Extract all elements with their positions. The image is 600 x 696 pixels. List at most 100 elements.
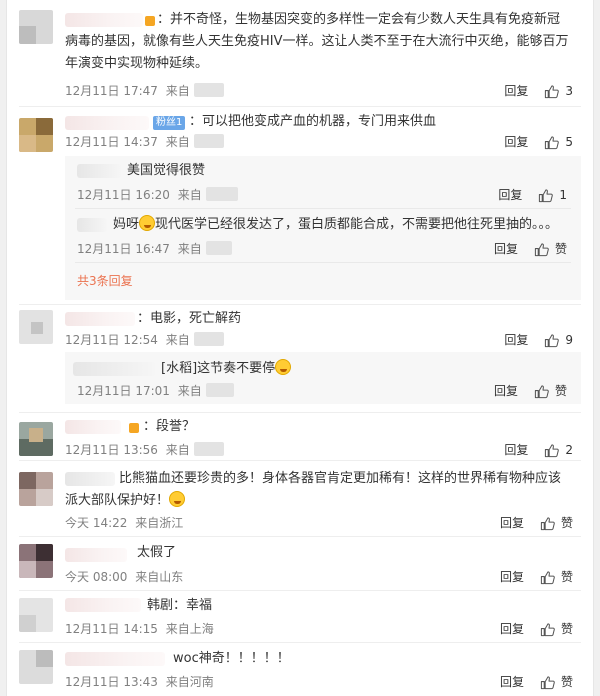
reply-label: 回复 [504,333,529,347]
avatar[interactable] [19,544,53,578]
like-label: 赞 [560,516,573,530]
comment-panel: ：并不奇怪，生物基因突变的多样性一定会有少数人天生具有免疫新冠病毒的基因，就像有… [6,0,594,696]
like-count: 9 [565,333,573,347]
like-button[interactable]: 赞 [540,569,573,585]
smile-emoji-icon [275,359,292,375]
username-blurred[interactable] [73,362,155,376]
comment-source: 来自上海 [165,622,214,636]
like-button[interactable]: 2 [544,442,573,458]
username-blurred[interactable] [77,164,121,178]
reply-button[interactable]: 回复 [494,241,518,257]
reply-button[interactable]: 回复 [504,134,528,150]
reply-button[interactable]: 回复 [500,569,524,585]
like-button[interactable]: 赞 [534,241,567,257]
comment-text: 比熊猫血还要珍贵的多！身体各器官肯定更加稀有！这样的世界稀有物种应该派大部队保护… [65,468,571,512]
username-blurred[interactable] [65,420,121,434]
username-blurred[interactable] [65,548,127,562]
reply-label: 回复 [498,188,523,202]
thumbs-up-icon [540,516,555,530]
username-blurred[interactable] [65,312,135,326]
divider [19,642,581,643]
like-button[interactable]: 赞 [540,621,573,637]
thumbs-up-icon [545,84,560,98]
comment-meta: 12月11日 17:47 来自 [65,83,224,99]
reply-label: 回复 [499,570,524,584]
reply-date: 12月11日 16:20 [77,188,170,202]
reply-text-part: 妈呀 [113,217,140,232]
like-label: 赞 [554,384,567,398]
comment-actions: 回复 2 [504,442,573,458]
divider [19,460,581,461]
reply-thread: 美国觉得很赞 12月11日 16:20 来自 回复 1 妈呀 现代医学已经很发达了… [65,156,581,300]
comment-text: 太假了 [137,545,177,560]
reply-button[interactable]: 回复 [500,515,524,531]
reply-label: 回复 [504,443,529,457]
reply-button[interactable]: 回复 [504,332,528,348]
like-button[interactable]: 赞 [540,515,573,531]
reply-source: 来自 [177,384,202,398]
like-button[interactable]: 5 [544,134,573,150]
reply-button[interactable]: 回复 [500,674,524,690]
avatar[interactable] [19,118,53,152]
more-replies-link[interactable]: 共3条回复 [77,272,133,289]
comment-actions: 回复 赞 [500,569,573,585]
thumbs-up-icon [534,242,549,256]
divider [19,536,581,537]
comment-text: ：段誉？ [143,419,196,434]
username-blurred[interactable] [65,598,141,612]
comment-date: 12月11日 12:54 [65,333,158,347]
like-button[interactable]: 赞 [540,674,573,690]
avatar[interactable] [19,310,53,344]
like-label: 赞 [560,675,573,689]
comment-meta: 今天 08:00 来自山东 [65,569,183,585]
comment-date: 12月11日 13:43 [65,675,158,689]
reply-meta: 12月11日 17:01 来自 [77,383,234,399]
reply-actions: 回复 赞 [494,383,567,399]
comment-text: ：并不奇怪，生物基因突变的多样性一定会有少数人天生具有免疫新冠病毒的基因，就像有… [65,12,569,71]
like-count: 5 [565,135,573,149]
avatar[interactable] [19,650,53,684]
reply-text-part: [水稻]这节奏不要停 [161,361,276,376]
reply-actions: 回复 赞 [494,241,567,257]
source-blurred [205,241,232,255]
like-button[interactable]: 赞 [534,383,567,399]
source-blurred [193,83,224,97]
comment-date: 12月11日 14:15 [65,622,158,636]
reply-label: 回复 [499,675,524,689]
comment-meta: 12月11日 13:43 来自河南 [65,674,214,690]
thumbs-up-icon [540,622,555,636]
reply-label: 回复 [499,622,524,636]
reply-button[interactable]: 回复 [500,621,524,637]
comment-actions: 回复 赞 [500,621,573,637]
like-button[interactable]: 1 [538,187,567,203]
comment-date: 今天 08:00 [65,570,128,584]
avatar[interactable] [19,472,53,506]
reply-text: [水稻]这节奏不要停 [161,358,559,380]
username-blurred[interactable] [65,116,149,130]
avatar[interactable] [19,598,53,632]
username-blurred[interactable] [77,218,107,232]
source-blurred [193,332,224,346]
like-count: 3 [565,84,573,98]
laughing-emoji-icon [139,215,156,231]
comment-actions: 回复 赞 [500,515,573,531]
fan-badge: 粉丝1 [153,116,186,130]
like-button[interactable]: 9 [544,332,573,348]
username-blurred[interactable] [65,652,165,666]
reply-button[interactable]: 回复 [498,187,522,203]
thumbs-up-icon [539,188,554,202]
avatar[interactable] [19,422,53,456]
comment-source: 来自河南 [165,675,214,689]
comment-meta: 12月11日 12:54 来自 [65,332,224,348]
avatar[interactable] [19,10,53,44]
reply-button[interactable]: 回复 [494,383,518,399]
thumbs-up-icon [534,384,549,398]
comment-date: 今天 14:22 [65,516,128,530]
reply-label: 回复 [504,84,529,98]
comment-meta: 12月11日 14:37 来自 [65,134,224,150]
reply-label: 回复 [504,135,529,149]
reply-button[interactable]: 回复 [504,442,528,458]
reply-button[interactable]: 回复 [504,83,528,99]
like-button[interactable]: 3 [544,83,573,99]
laughing-emoji-icon [169,491,186,507]
